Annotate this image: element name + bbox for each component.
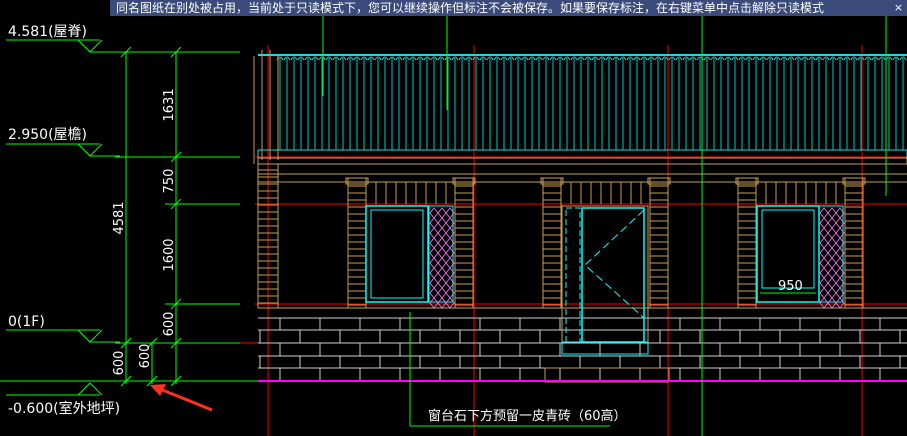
roof-tiles [276,56,907,150]
dim-total: 4581 [112,201,127,234]
level-ground: -0.600(室外地坪) [8,400,120,417]
level-floor: 0(1F) [8,314,45,330]
readonly-banner: 同名图纸在别处被占用，当前处于只读模式下，您可以继续操作但标注不会被保存。如果要… [110,0,896,16]
window-width-label: 950 [778,279,803,294]
dim-sill: 600 [162,312,177,337]
close-icon[interactable]: × [890,0,907,16]
window-right: 950 [756,205,845,309]
elevation-drawing: 950 4.581(屋脊) 2.950(屋檐) 0(1F) -0.600(室外地… [0,16,907,436]
leader-lines [322,16,887,436]
window-left [365,205,455,309]
dim-window: 1600 [162,238,177,271]
red-arrow [150,384,213,412]
roof-end [253,50,279,164]
level-ridge: 4.581(屋脊) [8,24,87,40]
dim-base-b: 600 [138,344,153,369]
dim-roof: 1631 [162,88,177,121]
dim-base-a: 600 [112,351,127,376]
dim-top: 750 [162,169,177,194]
eave-trim [257,157,907,165]
dimension-lines [115,46,240,387]
level-markers [6,39,120,396]
level-eave: 2.950(屋檐) [8,127,87,143]
ridge-line [258,54,907,56]
cad-viewport[interactable]: 950 4.581(屋脊) 2.950(屋檐) 0(1F) -0.600(室外地… [0,0,907,436]
annotation-note: 窗台石下方预留一皮青砖（60高） [428,408,627,424]
